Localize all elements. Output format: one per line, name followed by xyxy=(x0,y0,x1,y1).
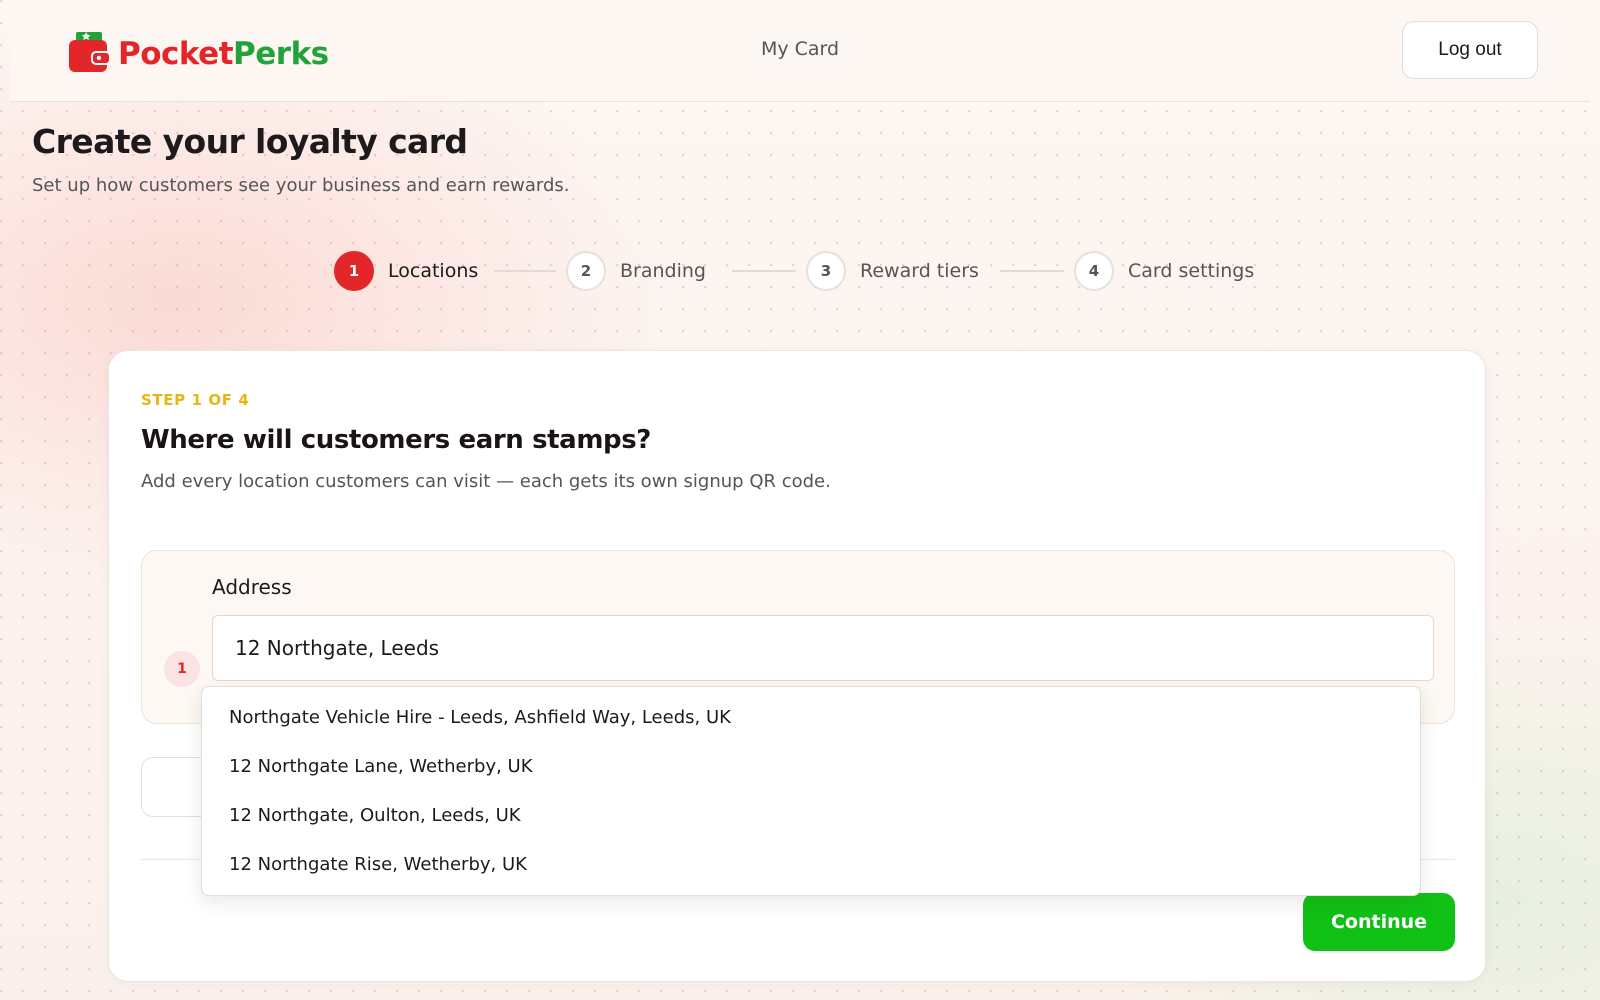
step-label: Card settings xyxy=(1128,260,1255,282)
page-title: Create your loyalty card xyxy=(32,122,468,161)
step-number: 2 xyxy=(566,251,606,291)
location-number-badge: 1 xyxy=(164,651,200,687)
wallet-star-icon xyxy=(68,28,111,74)
logo-pocket-text: Pocket xyxy=(118,35,234,72)
card-description: Add every location customers can visit —… xyxy=(141,471,831,492)
suggestion-item[interactable]: Northgate Vehicle Hire - Leeds, Ashfield… xyxy=(202,693,1420,742)
logo-wordmark: PocketPerks xyxy=(118,35,329,72)
step-number: 1 xyxy=(334,251,374,291)
page-subtitle: Set up how customers see your business a… xyxy=(32,175,570,196)
nav-my-card-link[interactable]: My Card xyxy=(710,38,890,60)
suggestion-item[interactable]: 12 Northgate, Oulton, Leeds, UK xyxy=(202,791,1420,840)
step-card-settings[interactable]: 4 Card settings xyxy=(1074,251,1254,291)
step-number: 4 xyxy=(1074,251,1114,291)
card-heading: Where will customers earn stamps? xyxy=(141,425,651,455)
address-suggestions-dropdown: Northgate Vehicle Hire - Leeds, Ashfield… xyxy=(201,686,1421,896)
logout-button[interactable]: Log out xyxy=(1402,21,1538,79)
step-connector xyxy=(732,270,796,272)
address-input[interactable] xyxy=(212,615,1434,681)
address-label: Address xyxy=(212,575,292,599)
step-label: Reward tiers xyxy=(860,260,979,282)
step-reward-tiers[interactable]: 3 Reward tiers xyxy=(806,251,979,291)
step-kicker: STEP 1 OF 4 xyxy=(141,391,250,409)
suggestion-item[interactable]: 12 Northgate Rise, Wetherby, UK xyxy=(202,840,1420,889)
step-branding[interactable]: 2 Branding xyxy=(566,251,706,291)
step-connector xyxy=(494,270,556,272)
top-header: PocketPerks My Card Log out xyxy=(10,0,1590,102)
step-label: Branding xyxy=(620,260,706,282)
step-connector xyxy=(1000,270,1064,272)
step-number: 3 xyxy=(806,251,846,291)
step-label: Locations xyxy=(388,260,479,282)
continue-button[interactable]: Continue xyxy=(1303,893,1455,951)
logo-perks-text: Perks xyxy=(233,35,329,72)
pocketperks-logo[interactable]: PocketPerks xyxy=(68,28,329,74)
suggestion-item[interactable]: 12 Northgate Lane, Wetherby, UK xyxy=(202,742,1420,791)
step-locations[interactable]: 1 Locations xyxy=(334,251,478,291)
